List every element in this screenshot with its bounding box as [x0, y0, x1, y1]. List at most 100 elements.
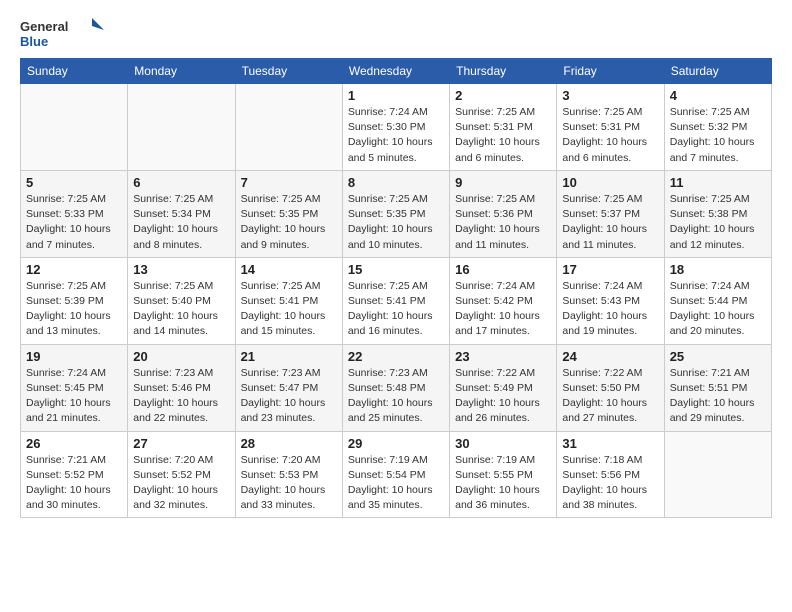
day-info: Sunrise: 7:25 AMSunset: 5:33 PMDaylight:…	[26, 192, 122, 253]
day-number: 24	[562, 349, 658, 364]
calendar-day-cell: 16 Sunrise: 7:24 AMSunset: 5:42 PMDayligh…	[450, 257, 557, 344]
day-info: Sunrise: 7:25 AMSunset: 5:39 PMDaylight:…	[26, 279, 122, 340]
day-number: 17	[562, 262, 658, 277]
day-number: 3	[562, 88, 658, 103]
day-info: Sunrise: 7:25 AMSunset: 5:38 PMDaylight:…	[670, 192, 766, 253]
day-info: Sunrise: 7:22 AMSunset: 5:50 PMDaylight:…	[562, 366, 658, 427]
calendar-table: SundayMondayTuesdayWednesdayThursdayFrid…	[20, 58, 772, 518]
svg-text:Blue: Blue	[20, 34, 48, 49]
day-info: Sunrise: 7:22 AMSunset: 5:49 PMDaylight:…	[455, 366, 551, 427]
calendar-week-row: 1 Sunrise: 7:24 AMSunset: 5:30 PMDaylight…	[21, 84, 772, 171]
day-info: Sunrise: 7:25 AMSunset: 5:41 PMDaylight:…	[241, 279, 337, 340]
calendar-day-cell: 18 Sunrise: 7:24 AMSunset: 5:44 PMDayligh…	[664, 257, 771, 344]
day-number: 13	[133, 262, 229, 277]
day-info: Sunrise: 7:24 AMSunset: 5:30 PMDaylight:…	[348, 105, 444, 166]
calendar-week-row: 12 Sunrise: 7:25 AMSunset: 5:39 PMDayligh…	[21, 257, 772, 344]
day-number: 16	[455, 262, 551, 277]
calendar-day-cell: 21 Sunrise: 7:23 AMSunset: 5:47 PMDayligh…	[235, 344, 342, 431]
day-number: 31	[562, 436, 658, 451]
weekday-header-thursday: Thursday	[450, 59, 557, 84]
day-number: 20	[133, 349, 229, 364]
calendar-day-cell: 1 Sunrise: 7:24 AMSunset: 5:30 PMDaylight…	[342, 84, 449, 171]
calendar-day-cell	[128, 84, 235, 171]
day-number: 19	[26, 349, 122, 364]
calendar-day-cell: 14 Sunrise: 7:25 AMSunset: 5:41 PMDayligh…	[235, 257, 342, 344]
calendar-day-cell: 28 Sunrise: 7:20 AMSunset: 5:53 PMDayligh…	[235, 431, 342, 518]
day-info: Sunrise: 7:19 AMSunset: 5:54 PMDaylight:…	[348, 453, 444, 514]
day-number: 18	[670, 262, 766, 277]
day-info: Sunrise: 7:20 AMSunset: 5:53 PMDaylight:…	[241, 453, 337, 514]
weekday-header-friday: Friday	[557, 59, 664, 84]
calendar-day-cell: 29 Sunrise: 7:19 AMSunset: 5:54 PMDayligh…	[342, 431, 449, 518]
calendar-week-row: 5 Sunrise: 7:25 AMSunset: 5:33 PMDaylight…	[21, 170, 772, 257]
calendar-day-cell	[21, 84, 128, 171]
logo: General Blue	[20, 16, 110, 52]
calendar-day-cell: 13 Sunrise: 7:25 AMSunset: 5:40 PMDayligh…	[128, 257, 235, 344]
calendar-day-cell: 30 Sunrise: 7:19 AMSunset: 5:55 PMDayligh…	[450, 431, 557, 518]
day-info: Sunrise: 7:25 AMSunset: 5:40 PMDaylight:…	[133, 279, 229, 340]
weekday-header-tuesday: Tuesday	[235, 59, 342, 84]
day-info: Sunrise: 7:23 AMSunset: 5:48 PMDaylight:…	[348, 366, 444, 427]
day-info: Sunrise: 7:24 AMSunset: 5:42 PMDaylight:…	[455, 279, 551, 340]
day-number: 22	[348, 349, 444, 364]
day-number: 12	[26, 262, 122, 277]
day-number: 28	[241, 436, 337, 451]
day-info: Sunrise: 7:25 AMSunset: 5:41 PMDaylight:…	[348, 279, 444, 340]
page-container: General Blue SundayMondayTuesdayWednesda…	[0, 0, 792, 528]
day-info: Sunrise: 7:24 AMSunset: 5:45 PMDaylight:…	[26, 366, 122, 427]
day-number: 25	[670, 349, 766, 364]
day-info: Sunrise: 7:23 AMSunset: 5:46 PMDaylight:…	[133, 366, 229, 427]
calendar-day-cell: 24 Sunrise: 7:22 AMSunset: 5:50 PMDayligh…	[557, 344, 664, 431]
day-info: Sunrise: 7:25 AMSunset: 5:36 PMDaylight:…	[455, 192, 551, 253]
calendar-day-cell	[235, 84, 342, 171]
day-info: Sunrise: 7:25 AMSunset: 5:31 PMDaylight:…	[455, 105, 551, 166]
weekday-header-wednesday: Wednesday	[342, 59, 449, 84]
day-number: 30	[455, 436, 551, 451]
logo-svg: General Blue	[20, 16, 110, 52]
day-number: 26	[26, 436, 122, 451]
day-info: Sunrise: 7:25 AMSunset: 5:37 PMDaylight:…	[562, 192, 658, 253]
day-info: Sunrise: 7:24 AMSunset: 5:43 PMDaylight:…	[562, 279, 658, 340]
day-number: 14	[241, 262, 337, 277]
calendar-day-cell: 7 Sunrise: 7:25 AMSunset: 5:35 PMDaylight…	[235, 170, 342, 257]
day-number: 4	[670, 88, 766, 103]
day-number: 7	[241, 175, 337, 190]
calendar-day-cell: 10Sunrise: 7:25 AMSunset: 5:37 PMDayligh…	[557, 170, 664, 257]
day-number: 11	[670, 175, 766, 190]
day-number: 5	[26, 175, 122, 190]
calendar-day-cell: 23Sunrise: 7:22 AMSunset: 5:49 PMDayligh…	[450, 344, 557, 431]
day-number: 29	[348, 436, 444, 451]
calendar-day-cell: 9Sunrise: 7:25 AMSunset: 5:36 PMDaylight…	[450, 170, 557, 257]
calendar-day-cell: 5 Sunrise: 7:25 AMSunset: 5:33 PMDaylight…	[21, 170, 128, 257]
weekday-header-saturday: Saturday	[664, 59, 771, 84]
calendar-day-cell: 22 Sunrise: 7:23 AMSunset: 5:48 PMDayligh…	[342, 344, 449, 431]
calendar-week-row: 19 Sunrise: 7:24 AMSunset: 5:45 PMDayligh…	[21, 344, 772, 431]
day-number: 27	[133, 436, 229, 451]
calendar-day-cell: 31 Sunrise: 7:18 AMSunset: 5:56 PMDayligh…	[557, 431, 664, 518]
day-number: 21	[241, 349, 337, 364]
calendar-day-cell: 19 Sunrise: 7:24 AMSunset: 5:45 PMDayligh…	[21, 344, 128, 431]
day-info: Sunrise: 7:21 AMSunset: 5:51 PMDaylight:…	[670, 366, 766, 427]
day-info: Sunrise: 7:19 AMSunset: 5:55 PMDaylight:…	[455, 453, 551, 514]
day-number: 2	[455, 88, 551, 103]
calendar-day-cell: 3 Sunrise: 7:25 AMSunset: 5:31 PMDaylight…	[557, 84, 664, 171]
calendar-day-cell: 25 Sunrise: 7:21 AMSunset: 5:51 PMDayligh…	[664, 344, 771, 431]
calendar-day-cell: 11 Sunrise: 7:25 AMSunset: 5:38 PMDayligh…	[664, 170, 771, 257]
day-number: 1	[348, 88, 444, 103]
day-number: 8	[348, 175, 444, 190]
calendar-day-cell: 15Sunrise: 7:25 AMSunset: 5:41 PMDayligh…	[342, 257, 449, 344]
calendar-day-cell: 6 Sunrise: 7:25 AMSunset: 5:34 PMDaylight…	[128, 170, 235, 257]
day-number: 6	[133, 175, 229, 190]
day-info: Sunrise: 7:20 AMSunset: 5:52 PMDaylight:…	[133, 453, 229, 514]
day-info: Sunrise: 7:25 AMSunset: 5:34 PMDaylight:…	[133, 192, 229, 253]
calendar-day-cell	[664, 431, 771, 518]
calendar-day-cell: 8Sunrise: 7:25 AMSunset: 5:35 PMDaylight…	[342, 170, 449, 257]
weekday-header-row: SundayMondayTuesdayWednesdayThursdayFrid…	[21, 59, 772, 84]
weekday-header-monday: Monday	[128, 59, 235, 84]
day-info: Sunrise: 7:24 AMSunset: 5:44 PMDaylight:…	[670, 279, 766, 340]
day-info: Sunrise: 7:25 AMSunset: 5:35 PMDaylight:…	[241, 192, 337, 253]
calendar-day-cell: 26Sunrise: 7:21 AMSunset: 5:52 PMDayligh…	[21, 431, 128, 518]
day-info: Sunrise: 7:23 AMSunset: 5:47 PMDaylight:…	[241, 366, 337, 427]
day-info: Sunrise: 7:18 AMSunset: 5:56 PMDaylight:…	[562, 453, 658, 514]
day-info: Sunrise: 7:25 AMSunset: 5:31 PMDaylight:…	[562, 105, 658, 166]
